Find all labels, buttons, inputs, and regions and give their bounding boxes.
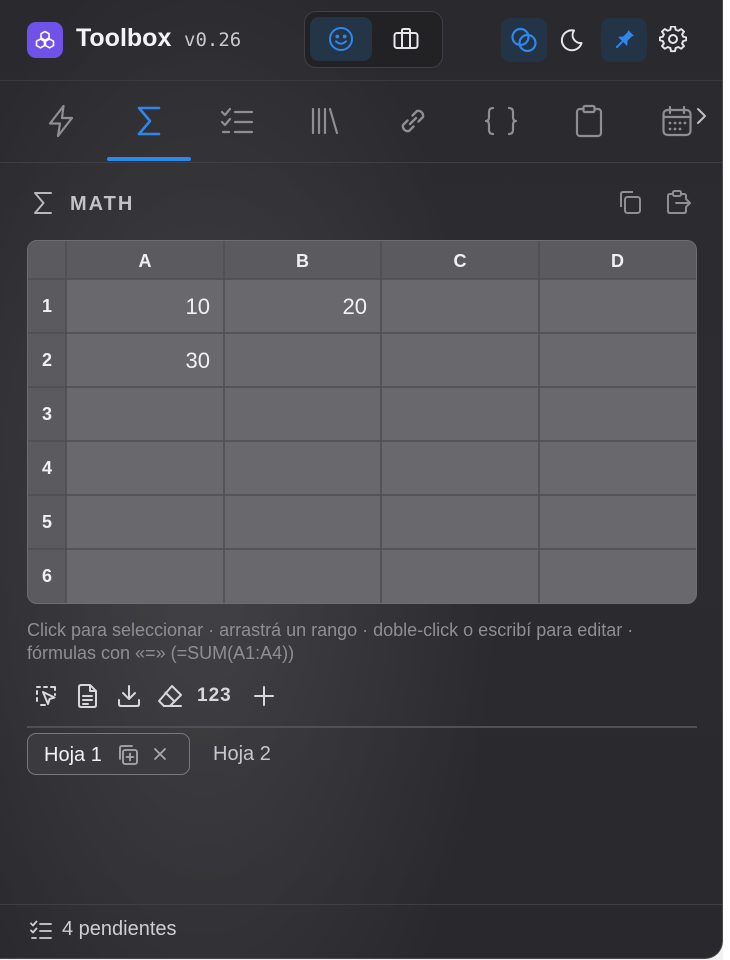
pin-button[interactable] bbox=[601, 18, 647, 62]
pending-count[interactable]: 4 pendientes bbox=[62, 918, 177, 941]
eraser-icon bbox=[158, 685, 182, 707]
mode-emoji-button[interactable] bbox=[310, 17, 372, 61]
tool-tabs bbox=[0, 80, 722, 163]
background-window-strip bbox=[723, 0, 730, 960]
moon-icon bbox=[560, 29, 583, 52]
plus-icon bbox=[253, 686, 274, 706]
row-header-6[interactable]: 6 bbox=[28, 566, 66, 587]
column-header-d[interactable]: D bbox=[539, 251, 696, 272]
duplicate-icon bbox=[119, 745, 138, 765]
tab-library[interactable] bbox=[283, 81, 367, 161]
footer-bar: 4 pendientes bbox=[0, 904, 722, 958]
toolbar-divider bbox=[27, 726, 697, 728]
tab-tasks[interactable] bbox=[195, 81, 279, 161]
usage-hint: Click para seleccionar · arrastrá un ran… bbox=[27, 620, 634, 663]
chevron-right-icon bbox=[697, 108, 706, 124]
app-version: v0.26 bbox=[184, 29, 242, 51]
number-format-button[interactable]: 123 bbox=[197, 685, 232, 707]
settings-button[interactable] bbox=[650, 18, 696, 62]
add-row-button[interactable] bbox=[250, 682, 278, 710]
export-button[interactable] bbox=[664, 188, 692, 216]
row-header-3[interactable]: 3 bbox=[28, 404, 66, 425]
section-title: MATH bbox=[70, 193, 135, 215]
select-all-button[interactable] bbox=[33, 682, 61, 710]
sheet-tab-2[interactable]: Hoja 2 bbox=[213, 743, 271, 766]
pin-icon bbox=[615, 30, 634, 49]
tab-links[interactable] bbox=[371, 81, 455, 161]
download-button[interactable] bbox=[115, 682, 143, 710]
row-header-5[interactable]: 5 bbox=[28, 512, 66, 533]
overlap-toggle-button[interactable] bbox=[501, 18, 547, 62]
pending-list-icon bbox=[29, 919, 53, 943]
section-sigma-icon bbox=[31, 190, 55, 216]
copy-button[interactable] bbox=[616, 188, 644, 216]
column-header-c[interactable]: C bbox=[381, 251, 539, 272]
close-icon bbox=[154, 748, 166, 760]
sheet-tab-1[interactable]: Hoja 1 bbox=[27, 733, 190, 775]
row-header-2[interactable]: 2 bbox=[28, 350, 66, 371]
tab-clipboard[interactable] bbox=[547, 81, 631, 161]
link-icon bbox=[401, 109, 425, 133]
active-tab-indicator bbox=[107, 157, 191, 161]
library-icon bbox=[311, 107, 339, 135]
duplicate-sheet-button[interactable] bbox=[116, 743, 140, 767]
calendar-icon bbox=[662, 105, 692, 137]
cell-b1[interactable]: 20 bbox=[224, 294, 367, 320]
download-icon bbox=[118, 685, 140, 707]
checklist-icon bbox=[220, 107, 254, 134]
overlap-circles-icon bbox=[511, 27, 537, 53]
row-header-4[interactable]: 4 bbox=[28, 458, 66, 479]
cell-a1[interactable]: 10 bbox=[66, 294, 210, 320]
clipboard-icon bbox=[575, 104, 603, 138]
sheet-toolbar: 123 bbox=[33, 682, 291, 710]
document-icon bbox=[78, 684, 97, 708]
tab-math[interactable] bbox=[107, 81, 191, 161]
smiley-icon bbox=[329, 27, 353, 51]
column-header-b[interactable]: B bbox=[224, 251, 381, 272]
row-header-1[interactable]: 1 bbox=[28, 296, 66, 317]
app-title: Toolbox bbox=[76, 24, 172, 52]
toolbox-panel: Toolbox v0.26 MATH A B C D 1 2 3 4 5 6 1… bbox=[0, 0, 723, 959]
mode-switch bbox=[304, 11, 443, 68]
app-logo-icon bbox=[27, 22, 63, 58]
clear-button[interactable] bbox=[156, 682, 184, 710]
clipboard-export-icon bbox=[667, 190, 691, 214]
tab-json[interactable] bbox=[459, 81, 543, 161]
lightning-icon bbox=[48, 104, 74, 138]
header: Toolbox v0.26 bbox=[0, 0, 722, 80]
csv-button[interactable] bbox=[74, 682, 102, 710]
tabs-scroll-right-button[interactable] bbox=[695, 107, 707, 125]
sigma-icon bbox=[137, 106, 161, 136]
close-sheet-button[interactable] bbox=[151, 745, 169, 763]
gear-icon bbox=[659, 26, 687, 53]
briefcase-icon bbox=[393, 28, 419, 49]
column-header-a[interactable]: A bbox=[66, 251, 224, 272]
mode-work-button[interactable] bbox=[375, 17, 437, 61]
spreadsheet-grid: A B C D 1 2 3 4 5 6 10 20 30 bbox=[27, 240, 697, 604]
sheet-tab-1-label: Hoja 1 bbox=[44, 744, 102, 766]
dark-mode-button[interactable] bbox=[549, 18, 595, 62]
tab-quick[interactable] bbox=[19, 81, 103, 161]
copy-icon bbox=[620, 191, 641, 214]
dashed-select-icon bbox=[36, 686, 56, 706]
cell-a2[interactable]: 30 bbox=[66, 348, 210, 374]
braces-icon bbox=[484, 106, 518, 136]
